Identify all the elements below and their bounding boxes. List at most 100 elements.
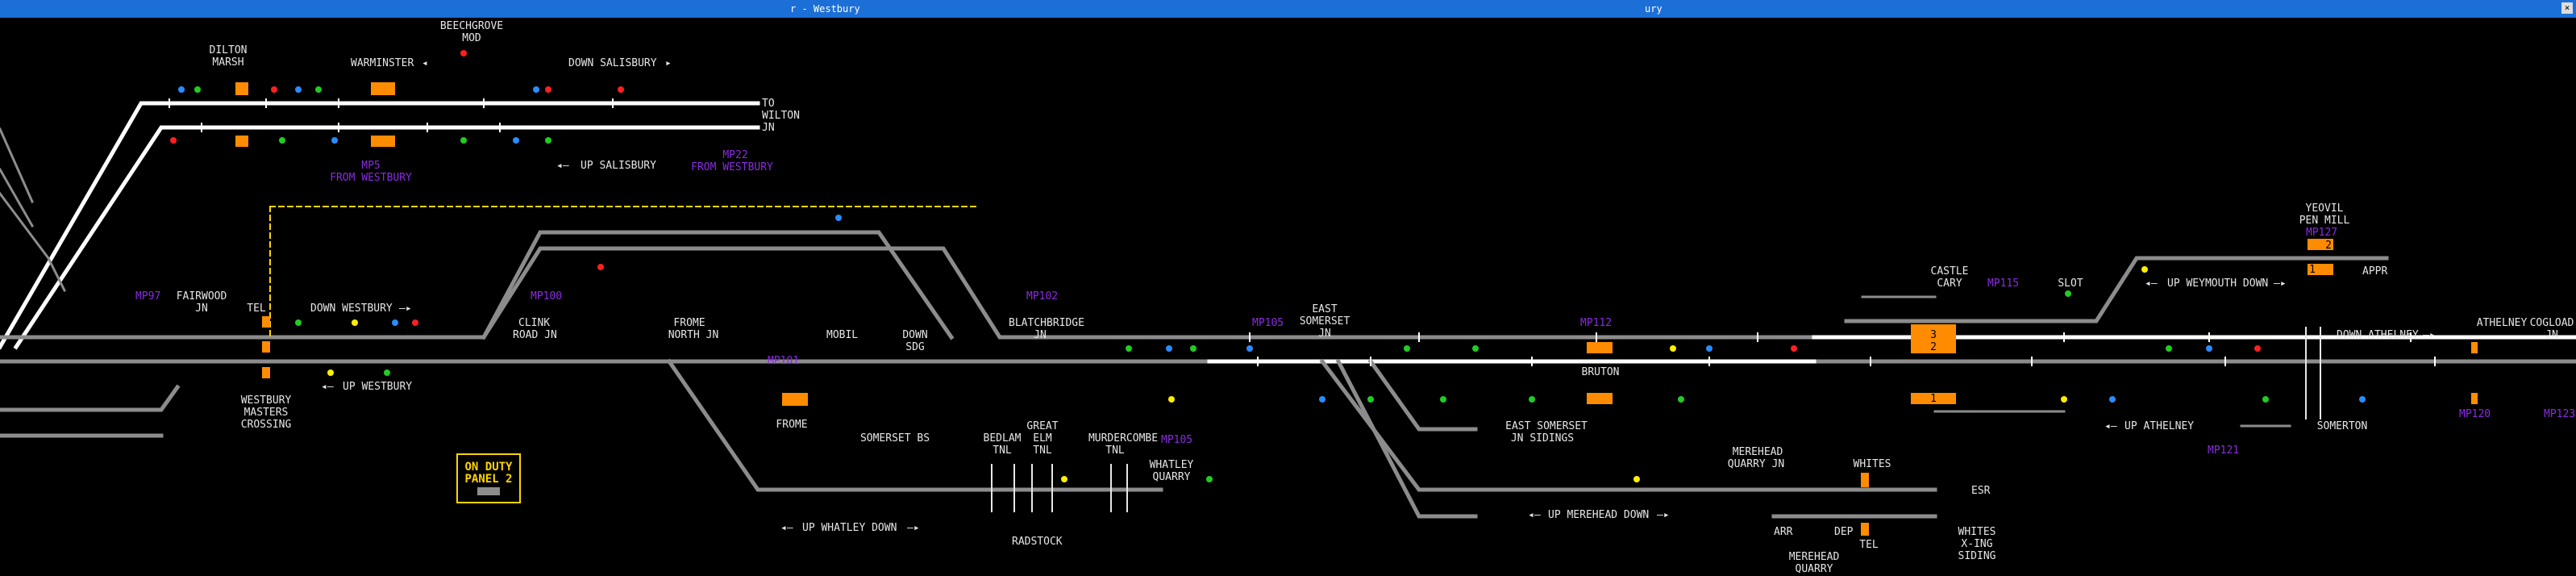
signalling-panel: 3 2 1 2 1 DILTON MARSH BEECHGROVE MOD WA… — [0, 18, 2576, 575]
milepost-mp127: MP127 — [2306, 227, 2337, 239]
milepost-mp112: MP112 — [1580, 317, 1612, 329]
signal-aspect[interactable] — [597, 264, 604, 270]
signal-aspect[interactable] — [1061, 476, 1067, 482]
label-quarry-jn: QUARRY JN — [1728, 458, 1784, 470]
signal-aspect[interactable] — [178, 86, 185, 93]
milepost-mp101: MP101 — [768, 355, 799, 367]
label-north-jn: NORTH JN — [668, 329, 719, 341]
signal-aspect[interactable] — [1166, 345, 1172, 352]
label-warminster: WARMINSTER — [351, 57, 414, 69]
label-wilton: WILTON — [762, 110, 800, 122]
signal-aspect[interactable] — [2262, 396, 2269, 403]
milepost-mp105a: MP105 — [1161, 434, 1192, 446]
label-beechgrove: BEECHGROVE — [440, 20, 503, 32]
signal-aspect[interactable] — [1168, 396, 1175, 403]
label-elm: ELM — [1033, 432, 1052, 445]
label-down-westbury: DOWN WESTBURY — [310, 303, 393, 315]
signal-aspect[interactable] — [1440, 396, 1446, 403]
signal-aspect[interactable] — [1319, 396, 1325, 403]
label-whatley-quarry: QUARRY — [1153, 471, 1191, 483]
label-up-salisbury: UP SALISBURY — [581, 160, 656, 172]
signal-aspect[interactable] — [460, 50, 467, 56]
signal-aspect[interactable] — [295, 86, 302, 93]
label-great: GREAT — [1026, 420, 1058, 432]
label-down-salisbury: DOWN SALISBURY — [568, 57, 657, 69]
label-bedlam: BEDLAM — [984, 432, 1022, 445]
label-frome-station: FROME — [776, 419, 807, 431]
label-murdercombe: MURDERCOMBE — [1088, 432, 1158, 445]
signal-aspect[interactable] — [2359, 396, 2366, 403]
signal-aspect[interactable] — [327, 369, 334, 376]
label-frome: FROME — [673, 317, 705, 329]
signal-aspect[interactable] — [352, 319, 358, 326]
signal-aspect[interactable] — [1633, 476, 1640, 482]
signal-aspect[interactable] — [279, 137, 285, 144]
label-clink: CLINK — [518, 317, 550, 329]
signal-aspect[interactable] — [1404, 345, 1410, 352]
signal-aspect[interactable] — [513, 137, 519, 144]
arrow-left-icon: ◂— — [2145, 278, 2158, 290]
signal-aspect[interactable] — [2166, 345, 2172, 352]
label-up-merehead-down: UP MEREHEAD DOWN — [1548, 509, 1649, 521]
window-title-right: ury — [1645, 3, 1663, 15]
signal-aspect[interactable] — [315, 86, 322, 93]
signal-aspect[interactable] — [392, 319, 398, 326]
signal-aspect[interactable] — [2141, 266, 2148, 273]
signals[interactable] — [170, 50, 2366, 482]
label-castle: CASTLE — [1931, 265, 1969, 278]
signal-aspect[interactable] — [1670, 345, 1676, 352]
signal-aspect[interactable] — [1190, 345, 1196, 352]
label-dilton: DILTON — [210, 44, 248, 56]
label-blatchbridge: BLATCHBRIDGE — [1009, 317, 1084, 329]
label-quarry: QUARRY — [1796, 563, 1833, 573]
signal-aspect[interactable] — [2061, 396, 2067, 403]
label-fairwood-jn: JN — [195, 303, 208, 315]
window-titlebar: r - Westbury ury × — [0, 0, 2576, 18]
signal-aspect[interactable] — [545, 137, 551, 144]
label-slot: SLOT — [2058, 278, 2083, 290]
panel-indicator — [477, 487, 500, 495]
signal-aspect[interactable] — [1529, 396, 1535, 403]
signal-aspect[interactable] — [1791, 345, 1797, 352]
label-somerset-bs: SOMERSET BS — [860, 432, 930, 445]
on-duty-panel[interactable]: ON DUTY PANEL 2 — [456, 453, 521, 503]
signal-aspect[interactable] — [1472, 345, 1479, 352]
label-east-somerset-jn: JN — [1318, 328, 1331, 340]
signal-aspect[interactable] — [2206, 345, 2212, 352]
label-mod: MOD — [462, 32, 481, 44]
signal-aspect[interactable] — [412, 319, 418, 326]
signal-aspect[interactable] — [1206, 476, 1213, 482]
signal-aspect[interactable] — [533, 86, 539, 93]
label-x-ing: X-ING — [1961, 538, 1992, 550]
signal-aspect[interactable] — [1367, 396, 1374, 403]
signal-aspect[interactable] — [835, 215, 842, 221]
signal-aspect[interactable] — [170, 137, 177, 144]
signal-aspect[interactable] — [618, 86, 624, 93]
signal-aspect[interactable] — [2065, 290, 2071, 297]
signal-aspect[interactable] — [1126, 345, 1132, 352]
signal-aspect[interactable] — [545, 86, 551, 93]
label-murdercombe-tnl: TNL — [1105, 445, 1125, 457]
milepost-mp115: MP115 — [1987, 278, 2019, 290]
label-down: DOWN — [902, 329, 927, 341]
signal-aspect[interactable] — [1678, 396, 1684, 403]
label-yeovil: YEOVIL — [2306, 202, 2344, 215]
signal-aspect[interactable] — [194, 86, 201, 93]
signal-aspect[interactable] — [384, 369, 390, 376]
signal-aspect[interactable] — [460, 137, 467, 144]
label-up-whatley-down: UP WHATLEY DOWN — [802, 522, 897, 534]
window-title: r - Westbury — [790, 3, 860, 15]
on-duty-label: ON DUTY — [464, 461, 513, 474]
berth-boxes — [235, 82, 2478, 536]
signal-aspect[interactable] — [2254, 345, 2261, 352]
signal-aspect[interactable] — [1246, 345, 1253, 352]
close-icon[interactable]: × — [2561, 2, 2573, 14]
signal-aspect[interactable] — [1706, 345, 1712, 352]
signal-aspect[interactable] — [295, 319, 302, 326]
label-arr: ARR — [1774, 526, 1793, 538]
signal-aspect[interactable] — [331, 137, 338, 144]
label-jn-sidings: JN SIDINGS — [1511, 432, 1574, 445]
signal-aspect[interactable] — [2109, 396, 2116, 403]
signal-aspect[interactable] — [271, 86, 277, 93]
label-crossing: CROSSING — [241, 419, 292, 431]
